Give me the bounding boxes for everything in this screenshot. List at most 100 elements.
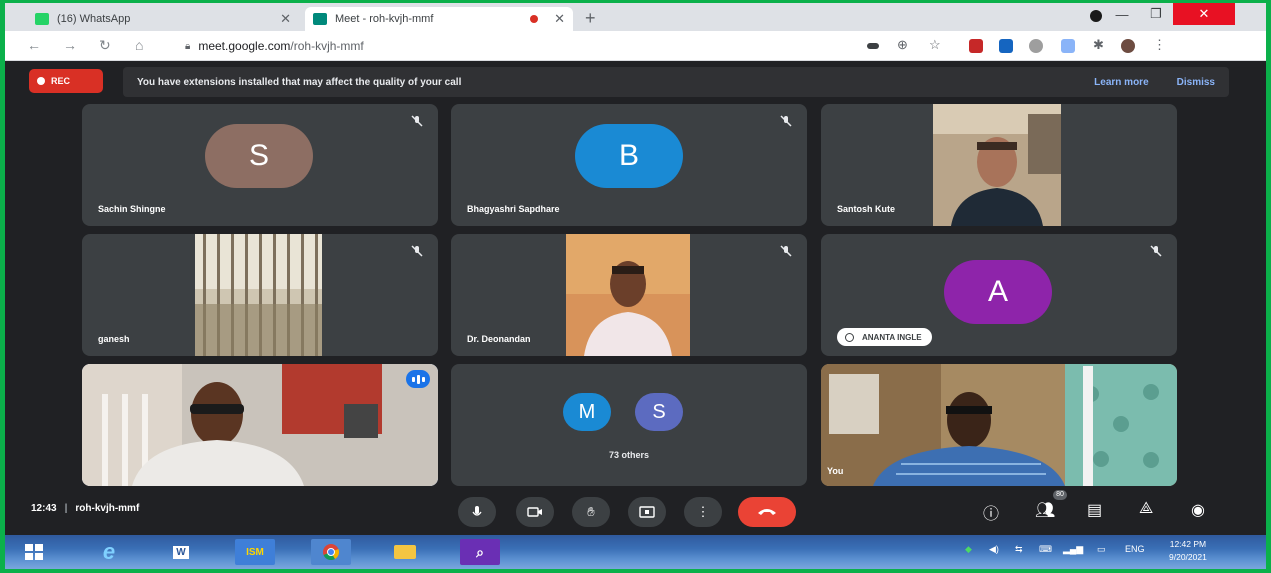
home-icon[interactable]: ⌂	[135, 37, 143, 53]
signal-icon[interactable]: ▂▄▆	[1063, 544, 1083, 555]
close-tab-icon[interactable]: ✕	[280, 11, 291, 27]
recording-button[interactable]: REC	[29, 69, 103, 93]
participant-tile[interactable]: B Bhagyashri Sapdhare	[451, 104, 807, 226]
meet-icon	[313, 13, 327, 25]
record-dot-icon	[37, 77, 45, 85]
pinned-name-chip[interactable]: ANANTA INGLE	[837, 328, 932, 346]
maximize-button[interactable]: ❐	[1139, 3, 1173, 25]
chrome-logo-icon	[323, 544, 340, 561]
browser-toolbar: ← → ↻ ⌂ 🔒︎ meet.google.com /roh-kvjh-mmf…	[5, 31, 1266, 61]
bookmark-star-icon[interactable]: ☆	[929, 37, 941, 53]
word-icon[interactable]: W	[161, 539, 201, 565]
extensions-puzzle-icon[interactable]: ✱	[1093, 37, 1104, 53]
tab-meet[interactable]: Meet - roh-kvjh-mmf ✕	[305, 7, 573, 31]
leave-call-button[interactable]	[738, 497, 796, 527]
extension-grey-icon[interactable]	[1029, 39, 1043, 53]
banner-message: You have extensions installed that may a…	[137, 76, 462, 88]
chrome-icon[interactable]	[311, 539, 351, 565]
microphone-button[interactable]	[458, 497, 496, 527]
menu-more-icon[interactable]: ⋮	[1153, 37, 1166, 53]
meeting-details-icon[interactable]: ⓘ	[983, 500, 999, 524]
reload-icon[interactable]: ↻	[99, 37, 111, 54]
file-explorer-icon[interactable]	[385, 539, 425, 565]
speaking-indicator-icon	[406, 370, 430, 388]
learn-more-link[interactable]: Learn more	[1094, 77, 1148, 88]
avatar: S	[205, 124, 313, 188]
start-button[interactable]	[17, 539, 51, 565]
present-screen-button[interactable]	[628, 497, 666, 527]
internet-explorer-icon[interactable]: e	[89, 539, 129, 565]
clock-date: 9/20/2021	[1169, 552, 1207, 562]
mic-icon	[472, 506, 482, 516]
mic-off-icon	[780, 115, 792, 127]
forward-icon[interactable]: →	[63, 37, 77, 53]
avatar-initial: A	[987, 275, 1008, 308]
extension-translate-icon[interactable]	[999, 39, 1013, 53]
ism-app-icon[interactable]: ISM	[235, 539, 275, 565]
participant-name: You	[827, 466, 844, 476]
tab-title: (16) WhatsApp	[57, 13, 131, 25]
address-bar[interactable]: 🔒︎ meet.google.com /roh-kvjh-mmf	[185, 35, 1045, 57]
back-icon[interactable]: ←	[27, 37, 41, 53]
meeting-code: roh-kvjh-mmf	[75, 503, 140, 514]
host-controls-icon[interactable]: ◉	[1191, 500, 1205, 520]
more-options-button[interactable]: ⋮	[684, 497, 722, 527]
pin-icon	[845, 332, 854, 342]
dismiss-link[interactable]: Dismiss	[1177, 77, 1215, 88]
participant-video	[566, 234, 690, 356]
participant-video	[195, 234, 322, 356]
participant-video	[82, 364, 438, 486]
minimize-button[interactable]: —	[1105, 3, 1139, 25]
camera-icon	[527, 507, 542, 517]
network-icon[interactable]: ⇆	[1015, 544, 1023, 555]
address-host: meet.google.com	[198, 39, 291, 53]
browser-tab-bar: (16) WhatsApp ✕ Meet - roh-kvjh-mmf ✕ + …	[5, 3, 1266, 31]
lock-icon: 🔒︎	[185, 40, 191, 52]
tab-whatsapp[interactable]: (16) WhatsApp ✕	[27, 7, 299, 31]
windows-taskbar: e W ISM ⌕ ◆ ◀) ⇆ ⌨ ▂▄▆ ▭ ENG 12:42 PM 9/…	[5, 535, 1266, 569]
tab-title: Meet - roh-kvjh-mmf	[335, 13, 434, 25]
participant-name: ANANTA INGLE	[862, 332, 922, 342]
camera-button[interactable]	[516, 497, 554, 527]
zoom-icon[interactable]: ⊕	[897, 37, 908, 53]
participant-tile[interactable]: ganesh	[82, 234, 438, 356]
new-tab-button[interactable]: +	[585, 8, 596, 29]
avatar: M	[563, 393, 611, 431]
participant-name: Dr. Deonandan	[467, 334, 531, 344]
others-tile[interactable]: M S 73 others	[451, 364, 807, 486]
meeting-time: 12:43	[31, 503, 57, 514]
close-window-button[interactable]: ✕	[1173, 3, 1235, 25]
avatar: S	[635, 393, 683, 431]
extension-blue-icon[interactable]	[1061, 39, 1075, 53]
raise-hand-button[interactable]: ✋︎	[572, 497, 610, 527]
chat-icon[interactable]: ▤	[1087, 500, 1102, 520]
search-app-icon[interactable]: ⌕	[460, 539, 500, 565]
language-indicator[interactable]: ENG	[1125, 544, 1145, 554]
keyboard-icon[interactable]: ⌨	[1039, 544, 1052, 555]
self-view-tile[interactable]: You	[821, 364, 1177, 486]
close-tab-icon[interactable]: ✕	[554, 11, 565, 27]
participants-count-badge: 80	[1053, 490, 1067, 500]
profile-icon[interactable]	[1090, 10, 1102, 22]
battery-icon[interactable]: ▭	[1097, 544, 1106, 555]
avatar-initial: S	[248, 139, 269, 172]
profile-avatar-icon[interactable]	[1121, 39, 1135, 53]
participants-icon[interactable]: 👥︎	[1035, 500, 1055, 520]
volume-icon[interactable]: ◀)	[989, 544, 999, 555]
whatsapp-icon	[35, 13, 49, 25]
avatar: A	[944, 260, 1052, 324]
system-clock[interactable]: 12:42 PM 9/20/2021	[1169, 538, 1207, 564]
self-video	[821, 364, 1177, 486]
participant-tile[interactable]: A ANANTA INGLE	[821, 234, 1177, 356]
participant-tile[interactable]: S Sachin Shingne	[82, 104, 438, 226]
participant-tile[interactable]: Dr. Deonandan	[451, 234, 807, 356]
avatar-initial: M	[578, 400, 596, 423]
tray-app-icon[interactable]: ◆	[965, 544, 972, 555]
participant-tile-active-speaker[interactable]	[82, 364, 438, 486]
ism-label: ISM	[246, 546, 264, 558]
mic-off-icon	[1150, 245, 1162, 257]
participant-tile[interactable]: Santosh Kute	[821, 104, 1177, 226]
camera-permission-icon[interactable]	[867, 43, 879, 49]
activities-icon[interactable]: ⟁	[1139, 500, 1153, 518]
extension-gm-icon[interactable]	[969, 39, 983, 53]
